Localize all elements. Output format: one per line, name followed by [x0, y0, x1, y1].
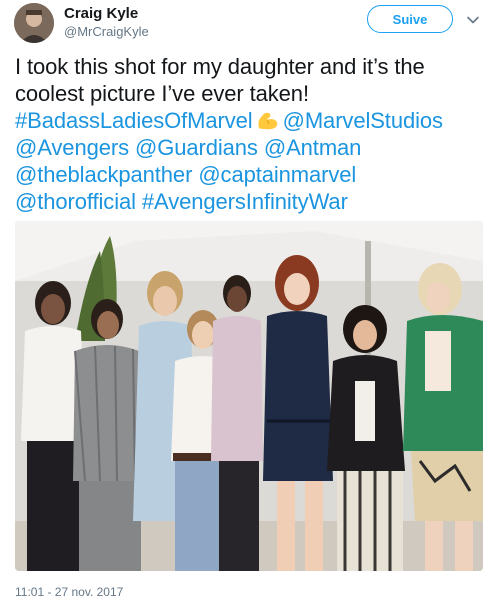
- mention-link[interactable]: @thorofficial: [15, 189, 136, 214]
- mention-link[interactable]: @Antman: [264, 135, 362, 160]
- avatar-image: [14, 3, 54, 43]
- mention-link[interactable]: @MarvelStudios: [283, 108, 443, 133]
- tweet-text: I took this shot for my daughter and it’…: [15, 53, 490, 215]
- chevron-down-icon[interactable]: [466, 13, 480, 27]
- tweet-timestamp[interactable]: 11:01 - 27 nov. 2017: [15, 585, 123, 599]
- mention-link[interactable]: @Guardians: [135, 135, 258, 160]
- hashtag-link[interactable]: #BadassLadiesOfMarvel: [15, 108, 253, 133]
- tweet-line: I took this shot for my daughter and it’…: [15, 54, 425, 79]
- mention-link[interactable]: @captainmarvel: [198, 162, 356, 187]
- author-handle[interactable]: @MrCraigKyle: [64, 24, 149, 39]
- author-name[interactable]: Craig Kyle: [64, 5, 138, 22]
- tweet-line: coolest picture I’ve ever taken!: [15, 81, 309, 106]
- tweet-line: #BadassLadiesOfMarvel @MarvelStudios: [15, 107, 490, 134]
- hashtag-link[interactable]: #AvengersInfinityWar: [142, 189, 348, 214]
- tweet-photo[interactable]: [15, 221, 483, 571]
- tweet-line: @thorofficial #AvengersInfinityWar: [15, 188, 490, 215]
- follow-button[interactable]: Suive: [367, 5, 453, 33]
- group-photo: [15, 221, 483, 571]
- avatar[interactable]: [14, 3, 54, 43]
- tweet-line: @Avengers @Guardians @Antman: [15, 134, 490, 161]
- mention-link[interactable]: @Avengers: [15, 135, 129, 160]
- flexed-biceps-emoji: [258, 112, 277, 130]
- mention-link[interactable]: @theblackpanther: [15, 162, 192, 187]
- tweet-line: @theblackpanther @captainmarvel: [15, 161, 490, 188]
